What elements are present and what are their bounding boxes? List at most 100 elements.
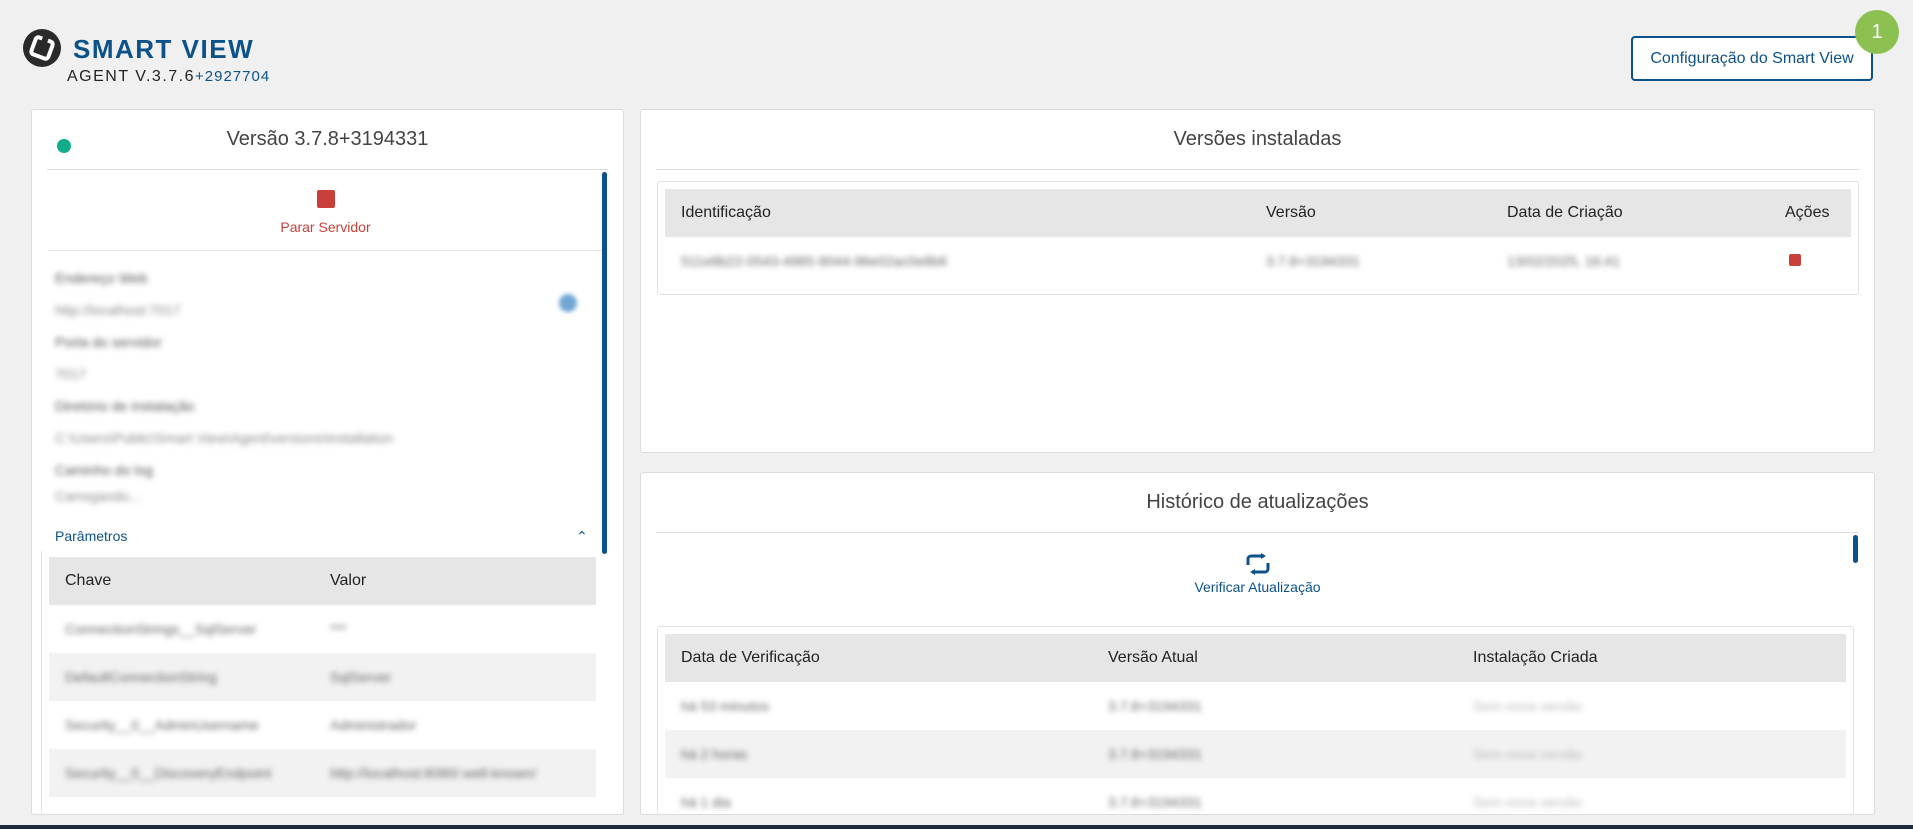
table-row: Security__0__DiscoveryEndpoint http://lo… [49, 749, 596, 797]
col-header-actions: Ações [1769, 189, 1851, 237]
smart-view-config-button[interactable]: Configuração do Smart View [1631, 36, 1873, 81]
installed-versions-title: Versões instaladas [656, 110, 1859, 170]
param-key-text: ConnectionStrings__SqlServer [65, 621, 257, 637]
info-label-log-path: Caminho do log [55, 462, 154, 478]
info-value-web-address[interactable]: http://localhost:7017 [55, 294, 615, 326]
history-checked-at: há 2 horas [665, 730, 1092, 778]
table-row: ConnectionStrings__SqlServer *** [49, 605, 596, 653]
version-actions [1769, 237, 1851, 285]
server-card: Versão 3.7.8+3194331 Parar Servidor Ende… [31, 109, 624, 815]
update-history-title: Histórico de atualizações [656, 473, 1859, 533]
versions-table-header: Identificação Versão Data de Criação Açõ… [665, 189, 1851, 237]
notification-badge[interactable]: 1 [1855, 10, 1899, 54]
brand-title: SMART VIEW [73, 34, 255, 64]
history-install: Sem nova versão [1457, 778, 1846, 814]
history-checked-at-text: há 2 horas [681, 746, 748, 762]
history-version: 3.7.8+3194331 [1092, 778, 1457, 814]
param-value-text: *** [330, 621, 347, 637]
check-update-button[interactable]: Verificar Atualização [641, 553, 1874, 613]
update-history-card: Histórico de atualizações Verificar Atua… [640, 472, 1875, 815]
agent-build: +2927704 [195, 68, 271, 85]
params-table: Chave Valor ConnectionStrings__SqlServer… [49, 557, 596, 797]
version-number-text: 3.7.8+3194331 [1266, 253, 1360, 269]
history-version-text: 3.7.8+3194331 [1108, 698, 1202, 714]
table-row: há 1 dia 3.7.8+3194331 Sem nova versão [665, 778, 1846, 814]
param-key: DefaultConnectionString [49, 653, 314, 701]
stop-server-label: Parar Servidor [280, 219, 371, 235]
history-table-frame: Data de Verificação Versão Atual Instala… [657, 626, 1854, 814]
history-checked-at-text: há 1 dia [681, 794, 731, 810]
installed-versions-title-text: Versões instaladas [1173, 128, 1342, 150]
check-update-label: Verificar Atualização [1194, 579, 1321, 595]
param-key: Security__0__DiscoveryEndpoint [49, 749, 314, 797]
server-version-text: Versão 3.7.8+3194331 [226, 128, 429, 150]
param-value-text: SqlServer [330, 669, 392, 685]
table-row: há 53 minutos 3.7.8+3194331 Sem nova ver… [665, 682, 1846, 730]
info-label-web-address: Endereço Web [55, 270, 148, 286]
update-history-title-text: Histórico de atualizações [1146, 491, 1369, 513]
version-number: 3.7.8+3194331 [1250, 237, 1491, 285]
param-value-text: Administrador [330, 717, 417, 733]
open-link-icon[interactable] [559, 294, 577, 312]
stop-server-button[interactable]: Parar Servidor [48, 171, 603, 251]
history-install: Sem nova versão [1457, 682, 1846, 730]
history-table-header: Data de Verificação Versão Atual Instala… [665, 634, 1846, 682]
table-row: 511e8b22-0543-4985-9044-96e02ac0e8b6 3.7… [665, 237, 1851, 285]
param-key-text: DefaultConnectionString [65, 669, 217, 685]
versions-table-frame: Identificação Versão Data de Criação Açõ… [657, 181, 1859, 295]
installed-versions-card: Versões instaladas Identificação Versão … [640, 109, 1875, 453]
param-value-text: http://localhost:8080/.well-known/ [330, 765, 537, 781]
version-id: 511e8b22-0543-4985-9044-96e02ac0e8b6 [665, 237, 1250, 285]
table-row: DefaultConnectionString SqlServer [49, 653, 596, 701]
col-header-checked-at[interactable]: Data de Verificação [665, 634, 1092, 682]
server-info-scrollbar[interactable] [602, 172, 607, 554]
info-value-install-dir: C:\Users\Public\Smart View\Agent\version… [55, 430, 394, 446]
info-label-port: Porta do servidor [55, 334, 162, 350]
info-label-install-dir: Diretório de instalação [55, 398, 195, 414]
param-value: Administrador [314, 701, 596, 749]
info-value-port: 7017 [55, 366, 87, 382]
versions-table: Identificação Versão Data de Criação Açõ… [665, 189, 1851, 285]
version-created: 13/02/2025, 16:41 [1491, 237, 1769, 285]
col-header-created[interactable]: Data de Criação [1491, 189, 1769, 237]
param-value: http://localhost:8080/.well-known/ [314, 749, 596, 797]
table-row: Security__0__AdminUsername Administrador [49, 701, 596, 749]
history-version: 3.7.8+3194331 [1092, 682, 1457, 730]
agent-version: AGENT V.3.7.6+2927704 [67, 68, 270, 86]
history-install-text: Sem nova versão [1473, 698, 1582, 714]
col-header-id[interactable]: Identificação [665, 189, 1250, 237]
chevron-up-icon[interactable]: ⌄ [576, 527, 588, 544]
param-key: Security__0__AdminUsername [49, 701, 314, 749]
history-version: 3.7.8+3194331 [1092, 730, 1457, 778]
col-header-current-version[interactable]: Versão Atual [1092, 634, 1457, 682]
server-version-title: Versão 3.7.8+3194331 [47, 110, 608, 170]
history-version-text: 3.7.8+3194331 [1108, 746, 1202, 762]
history-checked-at: há 1 dia [665, 778, 1092, 814]
params-label: Parâmetros [55, 527, 128, 544]
history-version-text: 3.7.8+3194331 [1108, 794, 1202, 810]
param-key-text: Security__0__AdminUsername [65, 717, 259, 733]
agent-version-label: AGENT V.3.7.6 [67, 68, 196, 85]
table-row: há 2 horas 3.7.8+3194331 Sem nova versão [665, 730, 1846, 778]
param-value: *** [314, 605, 596, 653]
totvs-logo-icon [23, 29, 61, 67]
col-header-key[interactable]: Chave [49, 557, 314, 605]
col-header-value[interactable]: Valor [314, 557, 596, 605]
param-key-text: Security__0__DiscoveryEndpoint [65, 765, 272, 781]
history-install-text: Sem nova versão [1473, 794, 1582, 810]
col-header-install-created[interactable]: Instalação Criada [1457, 634, 1846, 682]
params-table-header: Chave Valor [49, 557, 596, 605]
window-bottom-bar [0, 825, 1913, 829]
server-info-list: Endereço Web http://localhost:7017 Porta… [55, 262, 615, 506]
remove-version-icon[interactable] [1789, 254, 1801, 266]
history-install-text: Sem nova versão [1473, 746, 1582, 762]
param-value: SqlServer [314, 653, 596, 701]
version-id-text: 511e8b22-0543-4985-9044-96e02ac0e8b6 [681, 253, 947, 269]
history-checked-at-text: há 53 minutos [681, 698, 769, 714]
version-created-text: 13/02/2025, 16:41 [1507, 253, 1620, 269]
params-table-frame: Chave Valor ConnectionStrings__SqlServer… [41, 550, 596, 814]
info-value-log-path: Carregando... [55, 488, 141, 504]
history-checked-at: há 53 minutos [665, 682, 1092, 730]
col-header-version[interactable]: Versão [1250, 189, 1491, 237]
stop-icon [316, 190, 335, 208]
